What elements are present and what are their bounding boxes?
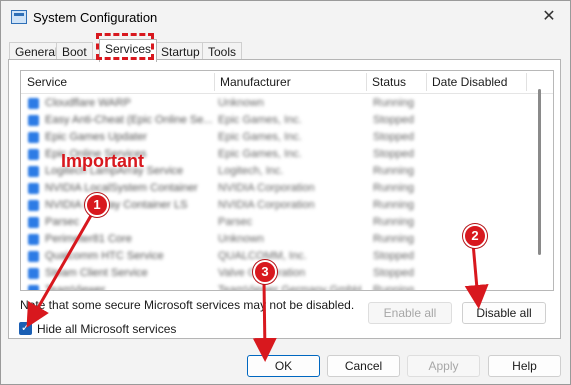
hide-microsoft-services-label[interactable]: Hide all Microsoft services [37, 322, 176, 336]
table-row[interactable]: TeamViewer TeamViewer Germany GmbH Running [21, 282, 526, 291]
service-checkbox[interactable] [28, 200, 39, 211]
service-manufacturer: TeamViewer Germany GmbH [218, 284, 362, 291]
service-checkbox[interactable] [28, 285, 39, 290]
service-checkbox[interactable] [28, 149, 39, 160]
services-list[interactable]: Service Manufacturer Status Date Disable… [20, 70, 554, 291]
hide-microsoft-services-checkbox[interactable]: ✓ [19, 322, 32, 335]
service-checkbox[interactable] [28, 234, 39, 245]
service-status: Running [373, 182, 414, 194]
service-checkbox[interactable] [28, 217, 39, 228]
services-tab-highlight [96, 33, 154, 60]
disable-all-button[interactable]: Disable all [462, 302, 546, 324]
list-header: Service Manufacturer Status Date Disable… [21, 71, 553, 94]
column-header-manufacturer[interactable]: Manufacturer [214, 71, 366, 93]
service-name: Steam Client Service [45, 267, 148, 279]
service-checkbox[interactable] [28, 98, 39, 109]
service-manufacturer: Logitech, Inc. [218, 165, 284, 177]
table-row[interactable]: Qualcomm HTC Service QUALCOMM, Inc. Stoppe… [21, 248, 526, 265]
table-row[interactable]: Cloudflare WARP Unknown Running [21, 95, 526, 112]
column-header-service[interactable]: Service [21, 71, 214, 93]
service-checkbox[interactable] [28, 132, 39, 143]
service-status: Stopped [373, 250, 414, 262]
enable-all-button[interactable]: Enable all [368, 302, 452, 324]
microsoft-services-note: Note that some secure Microsoft services… [20, 298, 355, 312]
service-status: Running [373, 165, 414, 177]
service-name: TeamViewer [45, 284, 106, 291]
service-name: Epic Games Updater [45, 131, 148, 143]
service-name: Perimeter81 Core [45, 233, 132, 245]
service-manufacturer: Parsec [218, 216, 253, 228]
close-icon[interactable]: ✕ [538, 6, 560, 28]
service-name: Qualcomm HTC Service [45, 250, 164, 262]
service-status: Stopped [373, 267, 414, 279]
service-manufacturer: Unknown [218, 233, 264, 245]
service-manufacturer: QUALCOMM, Inc. [218, 250, 307, 262]
service-checkbox[interactable] [28, 115, 39, 126]
column-header-status[interactable]: Status [366, 71, 426, 93]
list-scrollbar[interactable] [538, 89, 541, 255]
table-row[interactable]: Perimeter81 Core Unknown Running [21, 231, 526, 248]
service-name: Parsec [45, 216, 80, 228]
service-name: NVIDIA Display Container LS [45, 199, 188, 211]
service-status: Stopped [373, 114, 414, 126]
cancel-button[interactable]: Cancel [327, 355, 400, 377]
service-status: Running [373, 199, 414, 211]
step-1-badge: 1 [85, 193, 109, 217]
msconfig-app-icon [11, 10, 27, 24]
service-manufacturer: Epic Games, Inc. [218, 114, 302, 126]
service-status: Running [373, 216, 414, 228]
service-status: Running [373, 97, 414, 109]
column-header-date-disabled[interactable]: Date Disabled [426, 71, 526, 93]
service-manufacturer: NVIDIA Corporation [218, 199, 315, 211]
service-manufacturer: Epic Games, Inc. [218, 131, 302, 143]
table-row[interactable]: Easy Anti-Cheat (Epic Online Se... Epic G… [21, 112, 526, 129]
window-title: System Configuration [33, 10, 158, 25]
service-status: Stopped [373, 148, 414, 160]
step-2-badge: 2 [463, 224, 487, 248]
service-name: NVIDIA LocalSystem Container [45, 182, 198, 194]
service-manufacturer: Epic Games, Inc. [218, 148, 302, 160]
service-manufacturer: Valve Corporation [218, 267, 305, 279]
service-checkbox[interactable] [28, 268, 39, 279]
service-manufacturer: NVIDIA Corporation [218, 182, 315, 194]
service-status: Running [373, 284, 414, 291]
table-row[interactable]: Epic Games Updater Epic Games, Inc. Stoppe… [21, 129, 526, 146]
service-name: Easy Anti-Cheat (Epic Online Se... [45, 114, 213, 126]
service-checkbox[interactable] [28, 166, 39, 177]
step-3-badge: 3 [253, 260, 277, 284]
ok-button[interactable]: OK [247, 355, 320, 377]
service-manufacturer: Unknown [218, 97, 264, 109]
service-checkbox[interactable] [28, 251, 39, 262]
title-bar: System Configuration ✕ [1, 1, 570, 33]
service-name: Cloudflare WARP [45, 97, 131, 109]
important-callout: Important [61, 151, 144, 171]
service-checkbox[interactable] [28, 183, 39, 194]
service-status: Running [373, 233, 414, 245]
help-button[interactable]: Help [488, 355, 561, 377]
apply-button[interactable]: Apply [407, 355, 480, 377]
service-status: Stopped [373, 131, 414, 143]
